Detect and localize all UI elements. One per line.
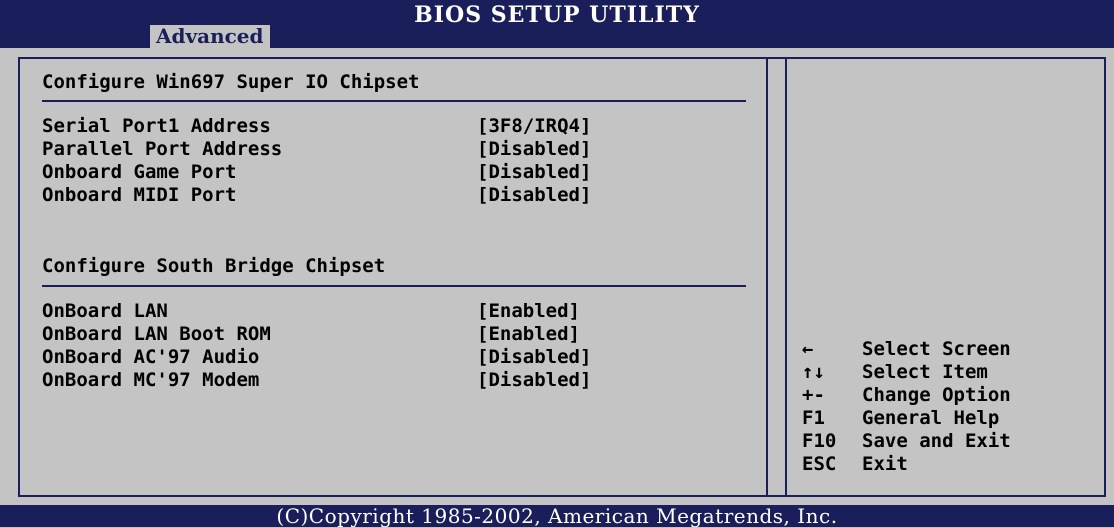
copyright-footer: (C)Copyright 1985-2002, American Megatre… xyxy=(0,505,1114,527)
help-key: ESC xyxy=(802,453,837,475)
setting-label: OnBoard LAN Boot ROM xyxy=(42,323,271,345)
left-arrow-icon: ← xyxy=(802,338,814,360)
help-key: F1 xyxy=(802,407,825,429)
setting-label: Onboard MIDI Port xyxy=(42,184,237,206)
section-title-super-io: Configure Win697 Super IO Chipset xyxy=(42,71,420,93)
setting-label: Parallel Port Address xyxy=(42,138,283,160)
help-text: General Help xyxy=(862,407,1000,429)
help-exit: ESC Exit xyxy=(802,453,1102,476)
help-text: Select Item xyxy=(862,361,988,383)
tab-advanced[interactable]: Advanced xyxy=(150,25,270,48)
setting-row-mc97-modem[interactable]: OnBoard MC'97 Modem [Disabled] xyxy=(42,369,742,392)
setting-value[interactable]: [Disabled] xyxy=(477,369,591,392)
setting-value[interactable]: [Enabled] xyxy=(477,300,580,323)
setting-label: OnBoard MC'97 Modem xyxy=(42,369,260,391)
setting-row-ac97-audio[interactable]: OnBoard AC'97 Audio [Disabled] xyxy=(42,346,742,369)
help-text: Save and Exit xyxy=(862,430,1011,452)
setting-row-onboard-lan[interactable]: OnBoard LAN [Enabled] xyxy=(42,300,742,323)
help-save-exit: F10 Save and Exit xyxy=(802,430,1102,453)
help-change-option: +- Change Option xyxy=(802,384,1102,407)
help-key: +- xyxy=(802,384,825,406)
setting-value[interactable]: [Disabled] xyxy=(477,184,591,207)
section-rule xyxy=(42,100,746,102)
section-title-south-bridge: Configure South Bridge Chipset xyxy=(42,255,386,277)
setting-label: OnBoard LAN xyxy=(42,300,168,322)
setting-label: OnBoard AC'97 Audio xyxy=(42,346,260,368)
panel-divider xyxy=(766,59,787,495)
help-key: F10 xyxy=(802,430,837,452)
section-rule xyxy=(42,285,746,287)
setting-value[interactable]: [Enabled] xyxy=(477,323,580,346)
help-select-item: ↑↓ Select Item xyxy=(802,361,1102,384)
setting-value[interactable]: [Disabled] xyxy=(477,346,591,369)
setting-row-midi-port[interactable]: Onboard MIDI Port [Disabled] xyxy=(42,184,742,207)
setting-row-parallel-port[interactable]: Parallel Port Address [Disabled] xyxy=(42,138,742,161)
setting-label: Serial Port1 Address xyxy=(42,115,271,137)
help-select-screen: ← Select Screen xyxy=(802,338,1102,361)
setting-value[interactable]: [Disabled] xyxy=(477,138,591,161)
title-bar: BIOS SETUP UTILITY Advanced xyxy=(0,0,1114,48)
setting-label: Onboard Game Port xyxy=(42,161,237,183)
up-down-arrow-icon: ↑↓ xyxy=(802,361,825,383)
setting-row-serial-port1[interactable]: Serial Port1 Address [3F8/IRQ4] xyxy=(42,115,742,138)
setting-value[interactable]: [3F8/IRQ4] xyxy=(477,115,591,138)
help-text: Change Option xyxy=(862,384,1011,406)
setting-row-game-port[interactable]: Onboard Game Port [Disabled] xyxy=(42,161,742,184)
help-general-help: F1 General Help xyxy=(802,407,1102,430)
setting-row-lan-boot-rom[interactable]: OnBoard LAN Boot ROM [Enabled] xyxy=(42,323,742,346)
setting-value[interactable]: [Disabled] xyxy=(477,161,591,184)
help-text: Select Screen xyxy=(862,338,1011,360)
help-text: Exit xyxy=(862,453,908,475)
